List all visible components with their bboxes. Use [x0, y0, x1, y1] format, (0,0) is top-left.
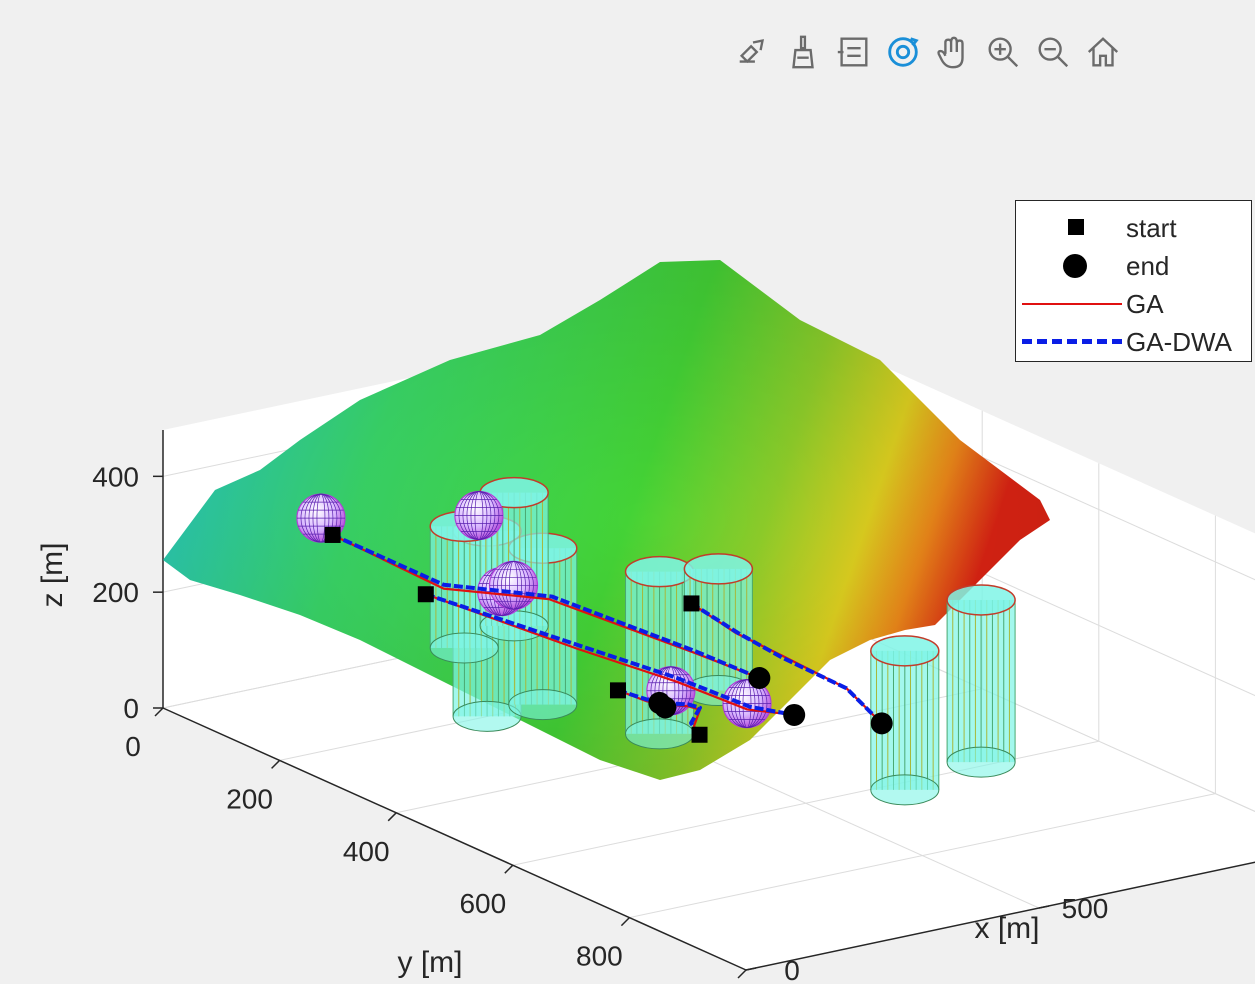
legend-entry-start: start	[1016, 209, 1251, 247]
y-tick-label: 800	[576, 941, 623, 972]
pan-icon[interactable]	[930, 29, 976, 75]
figure-3d-plot: 02004000200400600800100005001000 z [m] y…	[36, 260, 1255, 984]
sphere-obstacle	[454, 490, 504, 541]
cylinder-base	[946, 746, 1016, 778]
y-tick-mark	[271, 759, 281, 769]
legend-solid-line	[1022, 303, 1122, 305]
start-marker	[609, 682, 626, 699]
z-tick-label: 200	[92, 577, 139, 608]
sphere-obstacle	[488, 560, 539, 610]
start-marker	[683, 595, 700, 612]
x-axis-label: x [m]	[975, 912, 1040, 945]
legend-label: start	[1126, 212, 1177, 243]
cylinder-obstacle	[624, 555, 695, 750]
end-marker	[654, 696, 677, 719]
y-tick-label: 600	[459, 888, 506, 919]
y-tick-mark	[620, 917, 630, 927]
legend-entry-end: end	[1016, 247, 1251, 285]
rotate-3d-icon[interactable]	[880, 29, 926, 75]
cylinder-obstacle	[946, 584, 1016, 778]
zoom-out-icon[interactable]	[1030, 29, 1076, 75]
brush-icon[interactable]	[780, 29, 826, 75]
x-tick-label: 0	[784, 955, 800, 984]
y-tick-label: 0	[125, 731, 141, 762]
end-marker	[870, 712, 893, 735]
cylinder-top	[624, 555, 695, 588]
figure-toolbar	[730, 28, 1126, 76]
start-marker	[324, 526, 341, 543]
export-icon[interactable]	[730, 29, 776, 75]
data-tips-icon[interactable]	[830, 29, 876, 75]
z-tick-label: 0	[123, 693, 139, 724]
cylinder-base	[625, 718, 695, 750]
cylinder-top	[946, 584, 1016, 616]
y-tick-label: 400	[343, 836, 390, 867]
legend-dashed-line	[1022, 339, 1122, 344]
cylinder-top	[870, 635, 940, 667]
legend[interactable]: start end GA GA-DWA	[1015, 200, 1252, 362]
cylinder-base	[508, 689, 578, 721]
end-marker	[748, 666, 771, 689]
y-tick-mark	[154, 707, 164, 717]
z-tick-label: 400	[92, 461, 139, 492]
legend-label: GA-DWA	[1126, 326, 1232, 357]
y-tick-mark	[737, 969, 747, 979]
z-axis-label: z [m]	[36, 543, 69, 608]
y-tick-mark	[504, 864, 514, 874]
legend-entry-ga: GA	[1016, 285, 1251, 323]
start-marker	[691, 726, 708, 743]
y-axis-label: y [m]	[398, 946, 463, 979]
legend-circle-marker	[1063, 254, 1087, 278]
y-tick-label: 200	[226, 783, 273, 814]
y-tick-mark	[387, 812, 397, 822]
cylinder-top	[683, 553, 754, 585]
legend-entry-ga-dwa: GA-DWA	[1016, 323, 1251, 361]
start-marker	[417, 586, 434, 603]
home-icon[interactable]	[1080, 29, 1126, 75]
end-marker	[783, 703, 806, 726]
legend-label: GA	[1126, 288, 1164, 319]
cylinder-base	[429, 632, 499, 664]
legend-square-marker	[1068, 219, 1084, 235]
cylinder-base	[870, 774, 940, 806]
zoom-in-icon[interactable]	[980, 29, 1026, 75]
x-tick-label: 500	[1062, 893, 1109, 924]
legend-label: end	[1126, 250, 1170, 281]
